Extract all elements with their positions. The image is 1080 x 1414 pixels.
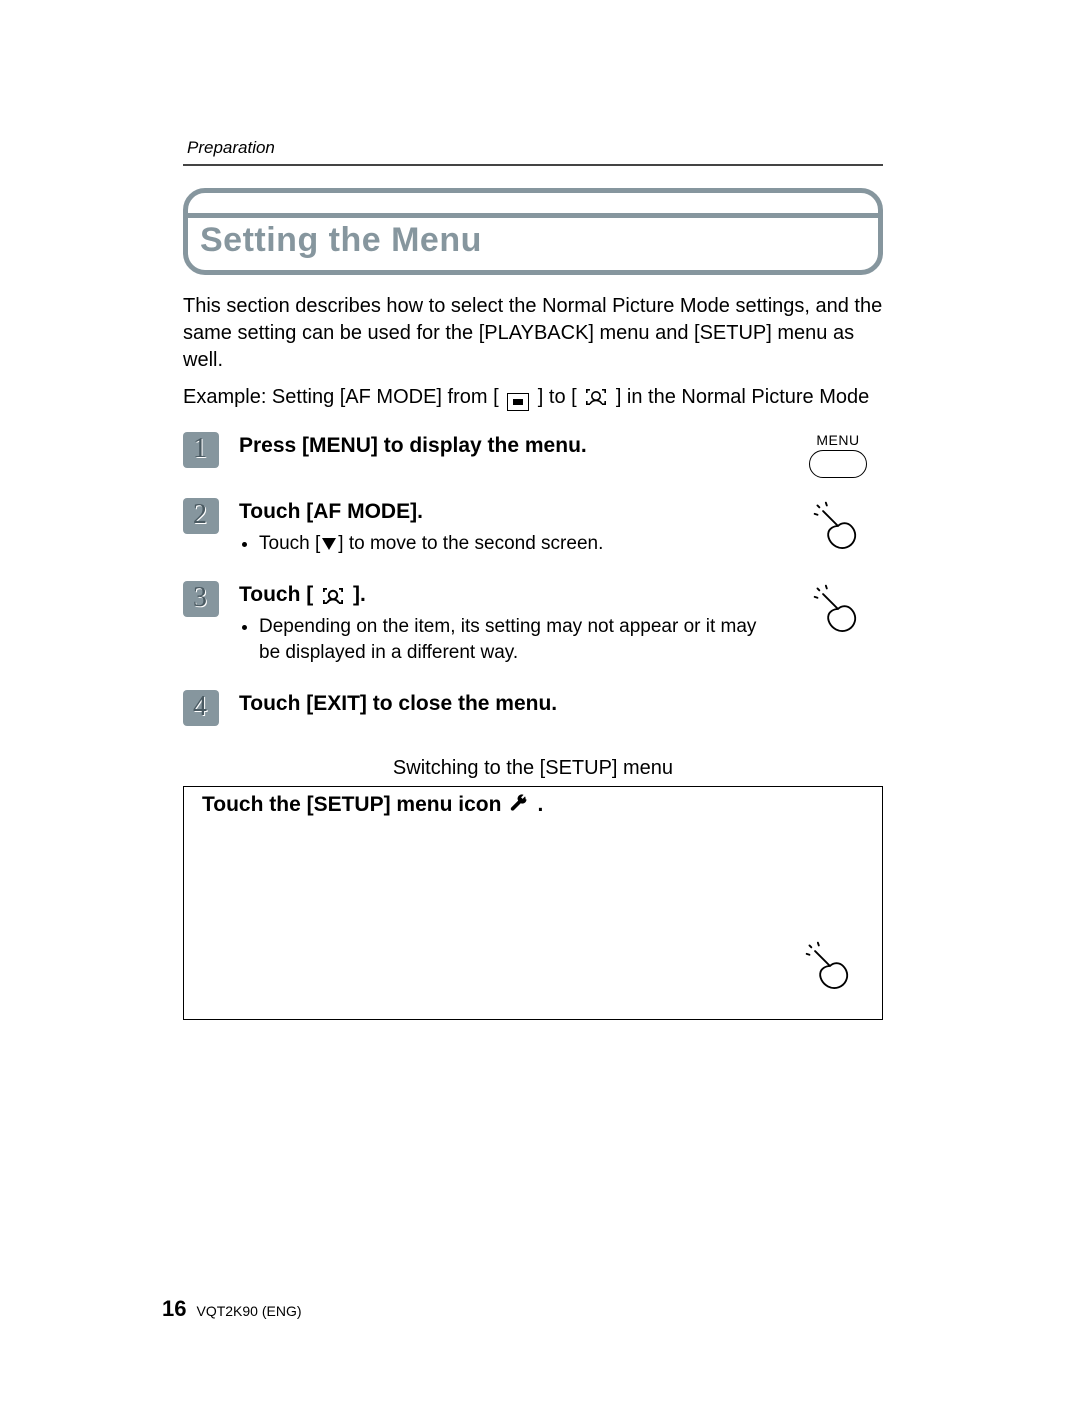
step-badge: 3 xyxy=(183,581,219,617)
example-text: Example: Setting [AF MODE] from [ ] to [… xyxy=(183,382,883,412)
setup-callout: Switching to the [SETUP] menu Touch the … xyxy=(183,752,883,1020)
example-mid: ] to [ xyxy=(538,386,577,408)
touch-hand-icon xyxy=(810,581,866,642)
single-area-af-icon xyxy=(507,393,529,411)
footer: 16 VQT2K90 (ENG) xyxy=(162,1296,302,1322)
bullet-item: Touch [ ] to move to the second screen. xyxy=(259,531,773,557)
step-badge: 2 xyxy=(183,498,219,534)
step-number: 1 xyxy=(194,434,208,466)
touch-hand-icon xyxy=(802,938,858,999)
down-triangle-icon xyxy=(322,538,336,550)
step-1: 1 Press [MENU] to display the menu. MENU xyxy=(183,432,883,478)
divider xyxy=(183,164,883,166)
step-number: 2 xyxy=(194,500,208,532)
callout-title: Switching to the [SETUP] menu xyxy=(183,752,883,787)
bullet-item: Depending on the item, its setting may n… xyxy=(259,614,773,665)
step-number: 4 xyxy=(194,692,208,724)
step-title: Press [MENU] to display the menu. xyxy=(239,432,773,459)
face-detect-icon xyxy=(322,587,344,605)
step-4: 4 Touch [EXIT] to close the menu. xyxy=(183,690,883,726)
step-2: 2 Touch [AF MODE]. Touch [ ] to move to t… xyxy=(183,498,883,561)
example-suffix: ] in the Normal Picture Mode xyxy=(616,386,869,408)
step-title: Touch [AF MODE]. xyxy=(239,498,773,525)
step-title-suffix: ]. xyxy=(353,583,366,606)
intro-text: This section describes how to select the… xyxy=(183,293,883,374)
section-label: Preparation xyxy=(183,138,883,158)
step-title: Touch [ ]. xyxy=(239,581,773,608)
example-prefix: Example: Setting [AF MODE] from [ xyxy=(183,386,499,408)
page-number: 16 xyxy=(162,1296,186,1322)
wrench-icon xyxy=(509,793,529,817)
callout-period: . xyxy=(537,793,543,817)
bullet-text-suffix: ] to move to the second screen. xyxy=(338,533,603,554)
step-number: 3 xyxy=(194,583,208,615)
menu-button-oval-icon xyxy=(809,450,867,478)
step-title-prefix: Touch [ xyxy=(239,583,313,606)
steps-list: 1 Press [MENU] to display the menu. MENU… xyxy=(183,432,883,726)
step-3: 3 Touch [ ]. Depending on the item, its … xyxy=(183,581,883,670)
page-title: Setting the Menu xyxy=(200,221,866,260)
callout-body: Touch the [SETUP] menu icon . xyxy=(202,793,864,817)
step-title: Touch [EXIT] to close the menu. xyxy=(239,690,773,717)
step-badge: 1 xyxy=(183,432,219,468)
touch-hand-icon xyxy=(810,498,866,559)
menu-button-label: MENU xyxy=(816,432,859,448)
menu-button-graphic: MENU xyxy=(809,432,867,478)
face-detect-icon xyxy=(585,388,607,406)
document-id: VQT2K90 (ENG) xyxy=(196,1303,301,1319)
callout-text: Touch the [SETUP] menu icon xyxy=(202,793,501,817)
bullet-text-prefix: Touch [ xyxy=(259,533,320,554)
title-box: Setting the Menu xyxy=(183,188,883,275)
step-bullets: Depending on the item, its setting may n… xyxy=(239,614,773,665)
step-badge: 4 xyxy=(183,690,219,726)
step-bullets: Touch [ ] to move to the second screen. xyxy=(239,531,773,557)
